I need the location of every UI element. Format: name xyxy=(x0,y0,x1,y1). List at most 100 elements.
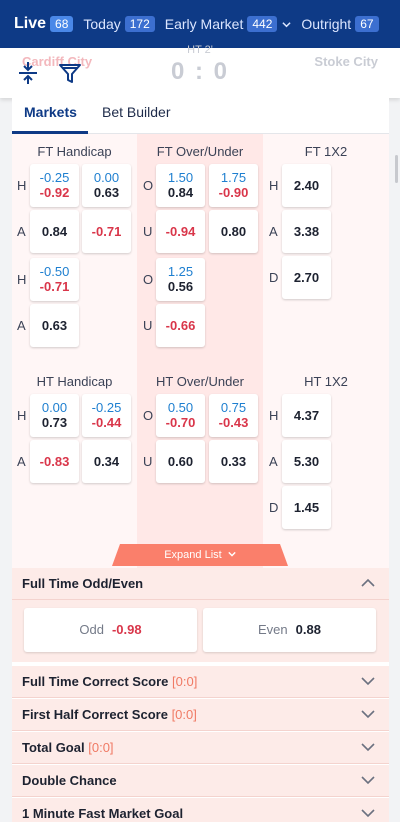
collapse-icon[interactable] xyxy=(15,60,41,86)
odds-button[interactable]: 0.60 xyxy=(156,440,205,483)
odds-button[interactable]: 2.70 xyxy=(282,256,331,299)
section-title: First Half Correct Score xyxy=(22,707,168,722)
odds-button[interactable]: 1.45 xyxy=(282,486,331,529)
odds-button[interactable]: -0.71 xyxy=(82,210,131,253)
odds-button[interactable]: 0.00 0.73 xyxy=(30,394,79,437)
nav-live-label: Live xyxy=(14,15,47,32)
odds-button[interactable]: -0.50 -0.71 xyxy=(30,258,79,301)
ht-1x2-title: HT 1X2 xyxy=(304,374,348,389)
away-team: Stoke City xyxy=(314,54,378,69)
odds-button[interactable]: 0.33 xyxy=(209,440,258,483)
expand-list-button[interactable]: Expand List xyxy=(112,544,288,566)
ft-1x2-a-label: A xyxy=(269,224,278,239)
odds-value: -0.71 xyxy=(39,279,70,294)
nav-live[interactable]: Live 68 xyxy=(14,15,74,33)
odds-value: -0.71 xyxy=(91,224,122,239)
ft-ou-u-label: U xyxy=(143,224,153,239)
ft-ou-title: FT Over/Under xyxy=(156,144,244,159)
chevron-down-icon xyxy=(228,551,236,557)
odds-button[interactable]: 0.63 xyxy=(30,304,79,347)
odds-value: -0.44 xyxy=(91,415,122,430)
ft-hdp-a-label-2: A xyxy=(17,318,26,333)
ft-hdp-a-label: A xyxy=(17,224,26,239)
scrollbar[interactable] xyxy=(395,155,398,183)
odds-button[interactable]: 1.50 0.84 xyxy=(156,164,205,207)
odds-value: 2.40 xyxy=(293,178,320,193)
chevron-down-icon xyxy=(361,776,375,785)
odds-value: -0.92 xyxy=(39,185,70,200)
odds-value: 3.38 xyxy=(293,224,320,239)
ft-1x2-h-label: H xyxy=(269,178,279,193)
nav-today-count: 172 xyxy=(124,16,155,32)
odds-button[interactable]: 0.80 xyxy=(209,210,258,253)
section-total-goal[interactable]: Total Goal [0:0] xyxy=(12,732,389,764)
odds-button[interactable]: 1.25 0.56 xyxy=(156,258,205,301)
odd-label: Odd xyxy=(79,622,104,637)
section-first-half-correct-score[interactable]: First Half Correct Score [0:0] xyxy=(12,699,389,731)
odds-value: 5.30 xyxy=(293,454,320,469)
odds-value: -0.94 xyxy=(165,224,196,239)
ht-hdp-h-label: H xyxy=(17,408,27,423)
odds-value: 0.84 xyxy=(41,224,68,239)
chevron-down-icon xyxy=(361,743,375,752)
filter-icon[interactable] xyxy=(57,60,83,86)
section-score: [0:0] xyxy=(172,674,198,689)
section-full-time-correct-score[interactable]: Full Time Correct Score [0:0] xyxy=(12,666,389,698)
odds-button[interactable]: -0.94 xyxy=(156,210,205,253)
ou-line: 1.50 xyxy=(167,170,194,185)
ou-line: 0.50 xyxy=(167,400,194,415)
odds-value: 0.63 xyxy=(93,185,120,200)
odds-value: 0.33 xyxy=(220,454,247,469)
section-title: Double Chance xyxy=(22,773,117,788)
odds-value: -0.90 xyxy=(218,185,249,200)
odds-button[interactable]: 1.75 -0.90 xyxy=(209,164,258,207)
ft-handicap-title: FT Handicap xyxy=(37,144,112,159)
nav-early-market[interactable]: Early Market 442 xyxy=(165,16,292,32)
section-full-time-odd-even[interactable]: Full Time Odd/Even xyxy=(12,568,389,600)
ht-1x2-a-label: A xyxy=(269,454,278,469)
odds-button[interactable]: 3.38 xyxy=(282,210,331,253)
ft-1x2-title: FT 1X2 xyxy=(304,144,348,159)
odds-button[interactable]: 0.34 xyxy=(82,440,131,483)
nav-early-count: 442 xyxy=(247,16,278,32)
nav-live-count: 68 xyxy=(50,16,74,32)
nav-today[interactable]: Today 172 xyxy=(83,16,155,32)
even-value: 0.88 xyxy=(295,622,321,637)
section-score: [0:0] xyxy=(88,740,114,755)
odds-value: 0.34 xyxy=(93,454,120,469)
even-button[interactable]: Even 0.88 xyxy=(203,608,376,652)
ht-ou-o-label: O xyxy=(143,408,154,423)
odds-value: 0.84 xyxy=(167,185,194,200)
nav-outright-label: Outright xyxy=(301,16,352,32)
odds-value: -0.83 xyxy=(39,454,70,469)
odds-button[interactable]: -0.25 -0.44 xyxy=(82,394,131,437)
handicap-line: -0.25 xyxy=(91,400,122,415)
odds-button[interactable]: 0.50 -0.70 xyxy=(156,394,205,437)
ft-hdp-h-label: H xyxy=(17,178,27,193)
odds-value: -0.43 xyxy=(218,415,249,430)
chevron-down-icon xyxy=(361,710,375,719)
section-title: Total Goal xyxy=(22,740,85,755)
odds-button[interactable]: -0.25 -0.92 xyxy=(30,164,79,207)
odds-button[interactable]: 2.40 xyxy=(282,164,331,207)
odds-button[interactable]: -0.83 xyxy=(30,440,79,483)
ht-handicap-title: HT Handicap xyxy=(36,374,113,389)
section-title: 1 Minute Fast Market Goal xyxy=(22,806,184,821)
odds-button[interactable]: 0.84 xyxy=(30,210,79,253)
odds-button[interactable]: 5.30 xyxy=(282,440,331,483)
odds-button[interactable]: 0.00 0.63 xyxy=(82,164,131,207)
handicap-line: -0.25 xyxy=(39,170,70,185)
odds-button[interactable]: 0.75 -0.43 xyxy=(209,394,258,437)
section-1-minute-fast-market-goal[interactable]: 1 Minute Fast Market Goal xyxy=(12,798,389,822)
odds-button[interactable]: 4.37 xyxy=(282,394,331,437)
odds-button[interactable]: -0.66 xyxy=(156,304,205,347)
section-double-chance[interactable]: Double Chance xyxy=(12,765,389,797)
tab-bet-builder[interactable]: Bet Builder xyxy=(102,104,170,120)
tab-markets[interactable]: Markets xyxy=(24,104,77,120)
score-bar: HT 2' Cardiff City 0 : 0 Stoke City xyxy=(0,44,400,98)
ht-1x2-d-label: D xyxy=(269,500,279,515)
nav-outright[interactable]: Outright 67 xyxy=(301,16,379,32)
section-score: [0:0] xyxy=(171,707,197,722)
odd-button[interactable]: Odd -0.98 xyxy=(24,608,197,652)
chevron-down-icon xyxy=(361,809,375,818)
